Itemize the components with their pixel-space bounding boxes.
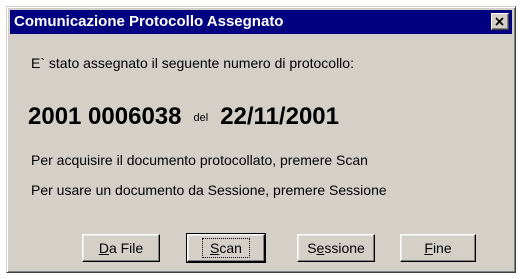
da-file-button[interactable]: Da File: [82, 234, 160, 262]
scan-mnemonic: S: [210, 240, 220, 256]
sessione-label: ssione: [324, 240, 365, 256]
da-file-mnemonic: D: [98, 240, 109, 256]
close-button[interactable]: [491, 13, 509, 30]
sessione-prefix: S: [307, 240, 317, 256]
window-title: Comunicazione Protocollo Assegnato: [14, 13, 284, 30]
protocol-date: 22/11/2001: [220, 103, 339, 130]
close-icon: [495, 17, 504, 26]
scan-focus: Scan: [202, 238, 250, 258]
sessione-button[interactable]: Sessione: [297, 234, 375, 262]
title-bar[interactable]: Comunicazione Protocollo Assegnato: [10, 10, 512, 34]
session-hint-text: Per usare un documento da Sessione, prem…: [31, 182, 387, 198]
fine-label: ine: [432, 240, 452, 256]
protocol-dialog: Comunicazione Protocollo Assegnato: [6, 6, 516, 273]
del-label: del: [193, 112, 209, 124]
scan-label: can: [219, 240, 242, 256]
protocol-number: 2001 0006038: [28, 103, 182, 130]
intro-text: E` stato assegnato il seguente numero di…: [31, 55, 354, 71]
scan-hint-text: Per acquisire il documento protocollato,…: [31, 152, 368, 168]
da-file-label: a File: [108, 240, 144, 256]
fine-button[interactable]: Fine: [400, 234, 476, 262]
fine-mnemonic: F: [424, 240, 433, 256]
protocol-line: 2001 0006038 del 22/11/2001: [28, 103, 339, 131]
scan-button[interactable]: Scan: [186, 233, 266, 263]
